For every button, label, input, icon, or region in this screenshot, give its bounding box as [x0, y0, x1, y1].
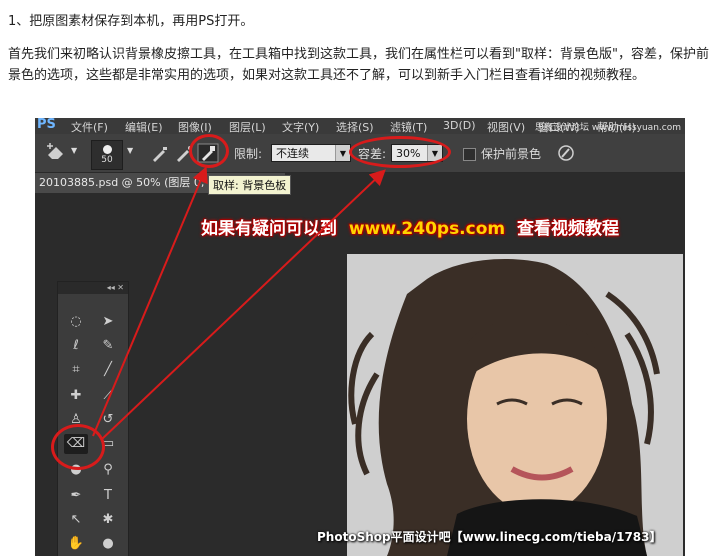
brush-tool-icon[interactable]: ⟋	[96, 386, 120, 406]
ps-logo: PS	[37, 118, 56, 132]
tutorial-hint: 如果有疑问可以到 www.240ps.com 查看视频教程	[201, 214, 619, 239]
menu-image[interactable]: 图像(I)	[178, 119, 212, 135]
menu-filter[interactable]: 滤镜(T)	[390, 119, 427, 135]
toolbox-header[interactable]: ◂◂ ✕	[58, 282, 128, 294]
history-brush-tool-icon[interactable]: ↺	[96, 410, 120, 430]
menu-layer[interactable]: 图层(L)	[229, 119, 266, 135]
hint-suffix: 查看视频教程	[517, 219, 620, 239]
step-title: 1、把原图素材保存到本机，再用PS打开。	[8, 14, 254, 29]
menu-bar: PS 文件(F) 编辑(E) 图像(I) 图层(L) 文字(Y) 选择(S) 滤…	[35, 118, 685, 134]
limit-dropdown[interactable]: 不连续 ▼	[271, 144, 351, 162]
photoshop-screenshot: PS 文件(F) 编辑(E) 图像(I) 图层(L) 文字(Y) 选择(S) 滤…	[35, 118, 685, 556]
zoom-tool-icon[interactable]: ●	[96, 534, 120, 554]
brush-dot-icon	[102, 145, 112, 154]
highlight-tolerance	[349, 136, 451, 168]
portrait-photo	[347, 254, 683, 556]
limit-value: 不连续	[276, 147, 309, 160]
options-bar: ▼ 50 ▼ 限制: 不连续 ▼ 容差: 30% ▼ 保护前景色	[35, 134, 685, 173]
watermark: 思缘设计论坛 www.missyuan.com	[535, 123, 681, 133]
arrow-to-tolerance	[100, 169, 386, 441]
hand-tool-icon[interactable]: ✋	[64, 534, 88, 554]
credit-watermark: PhotoShop平面设计吧【www.linecg.com/tieba/1783…	[317, 530, 662, 544]
brush-size-picker[interactable]: 50	[91, 140, 123, 170]
type-tool-icon[interactable]: T	[96, 486, 120, 506]
shape-tool-icon[interactable]: ✱	[96, 510, 120, 530]
path-select-tool-icon[interactable]: ↖	[64, 510, 88, 530]
marquee-tool-icon[interactable]: ◌	[64, 312, 88, 332]
limit-label: 限制:	[234, 147, 263, 161]
eyedropper-tool-icon[interactable]: ╱	[96, 360, 120, 380]
menu-view[interactable]: 视图(V)	[487, 119, 525, 135]
sampling-continuous-icon[interactable]	[149, 144, 171, 164]
pen-tool-icon[interactable]: ✒	[64, 486, 88, 506]
menu-type[interactable]: 文字(Y)	[282, 119, 319, 135]
menu-3d[interactable]: 3D(D)	[443, 119, 476, 132]
hint-prefix: 如果有疑问可以到	[201, 219, 337, 239]
lasso-tool-icon[interactable]: ℓ	[64, 336, 88, 356]
protect-foreground-label: 保护前景色	[481, 147, 542, 161]
intro-paragraph: 首先我们来初略认识背景橡皮擦工具，在工具箱中找到这款工具，我们在属性栏可以看到"…	[8, 47, 709, 83]
move-tool-icon[interactable]: ➤	[96, 312, 120, 332]
highlight-sampling	[189, 134, 229, 168]
toolbox-panel: ◂◂ ✕ ◌ ➤ ℓ ✎ ⌗ ╱ ✚ ⟋ ♙ ↺ ⌫ ▭ ● ⚲ ✒ T ↖ ✱…	[57, 281, 129, 556]
brush-size-value: 50	[101, 155, 113, 165]
background-eraser-icon[interactable]	[45, 142, 67, 162]
healing-tool-icon[interactable]: ✚	[64, 386, 88, 406]
limit-chevron-icon: ▼	[335, 145, 350, 161]
menu-file[interactable]: 文件(F)	[71, 119, 108, 135]
quick-select-tool-icon[interactable]: ✎	[96, 336, 120, 356]
hint-url[interactable]: www.240ps.com	[349, 219, 505, 239]
highlight-eraser-tool	[51, 424, 105, 470]
menu-select[interactable]: 选择(S)	[336, 119, 374, 135]
protect-foreground-checkbox[interactable]	[463, 148, 476, 161]
dodge-tool-icon[interactable]: ⚲	[96, 460, 120, 480]
pressure-size-icon[interactable]	[555, 143, 577, 163]
tool-preset-chevron-icon[interactable]: ▼	[71, 146, 77, 155]
sampling-tooltip: 取样: 背景色板	[208, 175, 292, 195]
menu-edit[interactable]: 编辑(E)	[125, 119, 163, 135]
crop-tool-icon[interactable]: ⌗	[64, 360, 88, 380]
brush-chevron-icon[interactable]: ▼	[127, 146, 133, 155]
